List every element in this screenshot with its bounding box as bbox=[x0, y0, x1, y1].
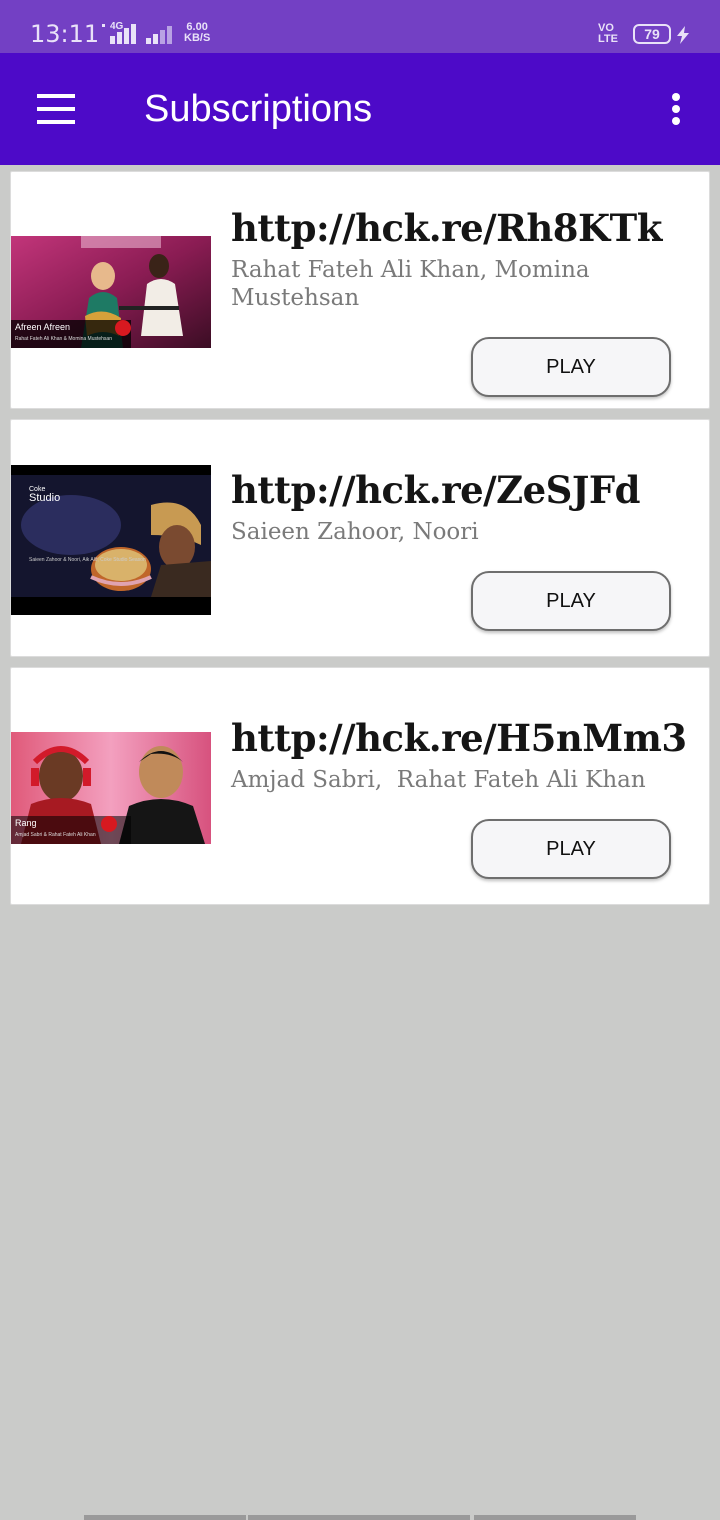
thumbnail-caption: Rang bbox=[15, 818, 37, 828]
video-thumbnail[interactable]: Afreen Afreen Rahat Fateh Ali Khan & Mom… bbox=[11, 236, 211, 348]
more-vert-icon[interactable] bbox=[656, 87, 696, 131]
thumbnail-caption: Afreen Afreen bbox=[15, 322, 70, 332]
subscription-artists: Saieen Zahoor, Noori bbox=[231, 519, 479, 545]
nav-gesture-bar bbox=[248, 1515, 470, 1520]
charging-bolt-icon bbox=[677, 26, 689, 44]
subscription-title[interactable]: http://hck.re/ZeSJFd bbox=[231, 468, 641, 512]
signal-strength-icon bbox=[102, 24, 136, 44]
volte-indicator: VO LTE bbox=[598, 23, 618, 45]
network-speed-unit: KB/S bbox=[184, 32, 211, 44]
video-thumbnail[interactable]: Rang Amjad Sabri & Rahat Fateh Ali Khan bbox=[11, 732, 211, 844]
network-speed: 6.00 KB/S bbox=[184, 22, 210, 44]
subscription-card: Afreen Afreen Rahat Fateh Ali Khan & Mom… bbox=[10, 171, 710, 409]
video-thumbnail[interactable]: Coke Studio Saieen Zahoor & Noori, Aik A… bbox=[11, 465, 211, 615]
subscription-artists: Rahat Fateh Ali Khan, Momina Mustehsan bbox=[231, 257, 597, 311]
subscription-artists: Amjad Sabri, Rahat Fateh Ali Khan bbox=[231, 767, 646, 793]
subscription-title[interactable]: http://hck.re/Rh8KTk bbox=[231, 206, 662, 250]
thumbnail-subcaption: Amjad Sabri & Rahat Fateh Ali Khan bbox=[15, 832, 96, 838]
thumbnail-caption: Studio bbox=[29, 492, 60, 504]
hamburger-menu-icon[interactable] bbox=[30, 85, 82, 133]
nav-gesture-bar bbox=[474, 1515, 636, 1520]
subscription-card: Rang Amjad Sabri & Rahat Fateh Ali Khan … bbox=[10, 667, 710, 905]
nav-gesture-bar bbox=[84, 1515, 246, 1520]
status-time: 13:11 bbox=[30, 20, 100, 48]
app-bar: Subscriptions bbox=[0, 53, 720, 165]
thumbnail-subcaption: Saieen Zahoor & Noori, Aik Alif, Coke St… bbox=[29, 557, 146, 563]
page-title: Subscriptions bbox=[144, 88, 373, 130]
play-button[interactable]: PLAY bbox=[471, 819, 671, 879]
thumbnail-subcaption: Rahat Fateh Ali Khan & Momina Mustehsan bbox=[15, 336, 112, 342]
play-button[interactable]: PLAY bbox=[471, 337, 671, 397]
subscription-card: Coke Studio Saieen Zahoor & Noori, Aik A… bbox=[10, 419, 710, 657]
subscription-title[interactable]: http://hck.re/H5nMm3 bbox=[231, 716, 687, 760]
status-bar: 13:11 4G 6.00 KB/S VO LTE 79 bbox=[0, 0, 720, 53]
signal-strength-icon-2 bbox=[146, 26, 172, 44]
play-button[interactable]: PLAY bbox=[471, 571, 671, 631]
volte-bottom: LTE bbox=[598, 33, 618, 45]
battery-indicator: 79 bbox=[633, 24, 671, 44]
